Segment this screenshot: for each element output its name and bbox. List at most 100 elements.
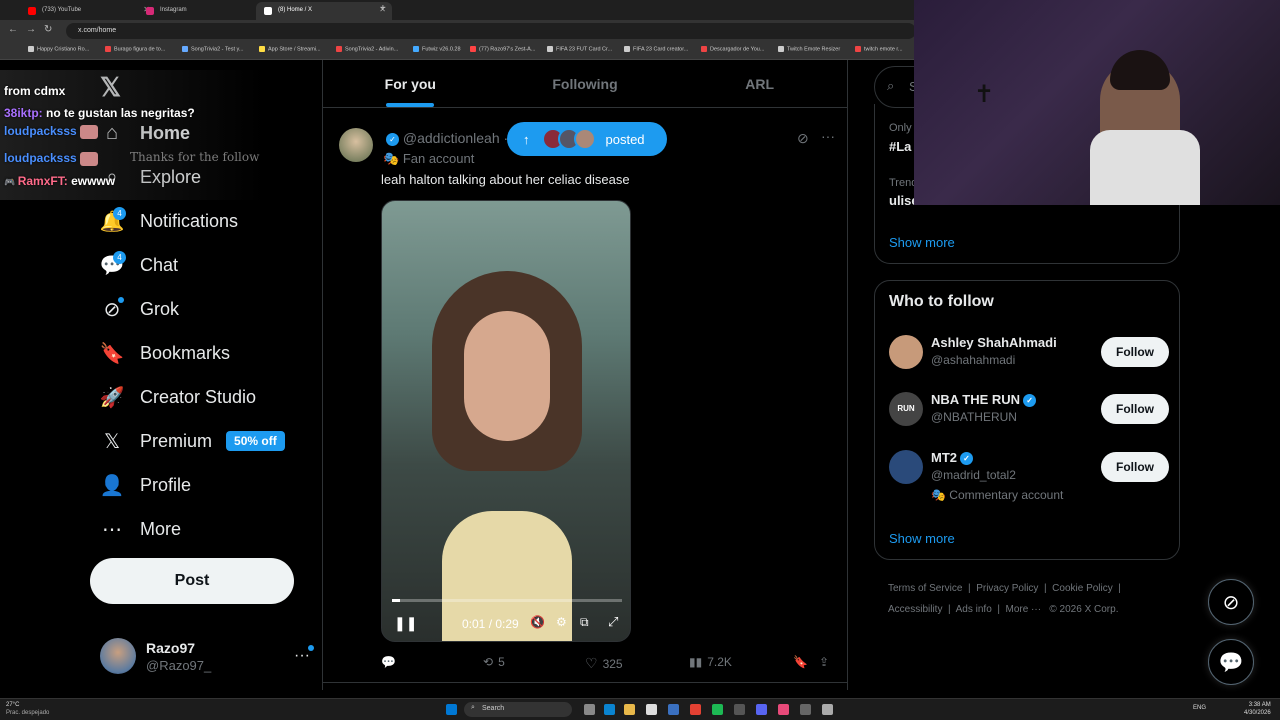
tab-arl[interactable]: ARL <box>672 60 847 107</box>
premium-discount-badge: 50% off <box>226 431 285 451</box>
footer-link[interactable]: Accessibility <box>888 604 942 615</box>
chat-message: 🎮 RamxFT: ewwww <box>4 174 116 188</box>
heart-icon: ♡ <box>585 655 598 671</box>
reply-button[interactable]: 💬 <box>381 655 396 669</box>
analytics-icon: ▮▮ <box>689 655 703 669</box>
follow-button[interactable]: Follow <box>1101 452 1169 482</box>
app-icon[interactable] <box>800 704 811 715</box>
bookmark-icon: 🔖 <box>99 342 125 365</box>
suggestion-row[interactable]: MT2 ✓ @madrid_total2 🎭 Commentary account… <box>889 448 1169 508</box>
store-icon[interactable] <box>646 704 657 715</box>
bookmark-item[interactable]: App Store / Streami... <box>259 46 321 52</box>
mail-icon[interactable] <box>668 704 679 715</box>
account-more-icon[interactable]: ··· <box>294 645 314 665</box>
url-input[interactable]: x.com/home <box>66 23 916 39</box>
bookmark-item[interactable]: FIFA 23 FUT Card Cr... <box>547 46 612 52</box>
footer-links: Terms of Service | Privacy Policy | Cook… <box>888 583 1121 615</box>
bookmark-item[interactable]: SongTrivia2 - Adivin... <box>336 46 398 52</box>
footer-link[interactable]: Ads info <box>956 604 992 615</box>
bookmark-item[interactable]: Burago figura de to... <box>105 46 165 52</box>
nav-notifications[interactable]: 🔔 4 Notifications <box>98 203 238 239</box>
file-explorer-icon[interactable] <box>624 704 635 715</box>
nav-premium[interactable]: 𝕏 Premium 50% off <box>98 423 285 459</box>
spotify-icon[interactable] <box>712 704 723 715</box>
avatar[interactable] <box>339 128 373 162</box>
pip-icon[interactable]: ⧉ <box>580 615 589 630</box>
chrome-icon[interactable] <box>690 704 701 715</box>
post-more-icon[interactable]: ··· <box>821 128 835 144</box>
suggestion-row[interactable]: Ashley ShahAhmadi @ashahahmadi Follow <box>889 333 1169 377</box>
bookmark-item[interactable]: SongTrivia2 - Test y... <box>182 46 243 52</box>
bookmark-item[interactable]: Twitch Emote Resizer <box>778 46 840 52</box>
settings-icon[interactable]: ⚙ <box>556 615 567 629</box>
nav-creator-studio[interactable]: 🚀 Creator Studio <box>98 379 257 415</box>
bookmark-item[interactable]: Happy Cristiano Ro... <box>28 46 89 52</box>
bookmark-item[interactable]: Descargador de You... <box>701 46 764 52</box>
bookmark-button[interactable]: 🔖 <box>793 655 808 669</box>
footer-link[interactable]: More ··· <box>1006 604 1042 615</box>
chat-message: from cdmx <box>4 84 66 98</box>
taskbar-search[interactable]: ⌕ Search <box>464 702 572 717</box>
app-icon[interactable] <box>734 704 745 715</box>
video-progress-fill <box>392 599 400 602</box>
fan-account-label: 🎭 Fan account <box>383 151 475 166</box>
weather-widget[interactable]: 27°C Prac. despejado <box>6 701 49 717</box>
discord-icon[interactable] <box>756 704 767 715</box>
app-icon[interactable] <box>778 704 789 715</box>
forward-icon[interactable]: → <box>26 24 36 35</box>
like-button[interactable]: ♡ 325 <box>585 655 623 672</box>
repost-icon: ⟲ <box>483 655 494 669</box>
fullscreen-icon[interactable]: ⤢ <box>608 614 618 630</box>
follow-button[interactable]: Follow <box>1101 394 1169 424</box>
tab-x-home[interactable]: (8) Home / X ✕ <box>256 2 392 20</box>
nav-more[interactable]: ⋯ More <box>98 511 181 547</box>
grok-float-button[interactable]: ⊘ <box>1208 579 1254 625</box>
messages-float-button[interactable]: 💬 <box>1208 639 1254 685</box>
bookmark-item[interactable]: (77) Razo97's Zest-A... <box>470 46 535 52</box>
new-posts-pill[interactable]: ↑ posted <box>507 122 667 156</box>
language-indicator[interactable]: ENG <box>1193 705 1206 711</box>
nav-chat[interactable]: 💬 4 Chat <box>98 247 178 283</box>
bookmark-item[interactable]: Futwiz v26.0.28 <box>413 46 461 52</box>
share-button[interactable]: ⇪ <box>819 655 829 669</box>
edge-icon[interactable] <box>604 704 615 715</box>
obs-icon[interactable] <box>822 704 833 715</box>
show-more-trends[interactable]: Show more <box>889 235 955 250</box>
tab-for-you[interactable]: For you <box>323 60 498 107</box>
bookmark-item[interactable]: twitch emote r... <box>855 46 903 52</box>
task-view-icon[interactable] <box>584 704 595 715</box>
show-more-follow[interactable]: Show more <box>889 531 955 546</box>
bookmark-item[interactable]: FIFA 23 Card creator... <box>624 46 688 52</box>
views-button[interactable]: ▮▮ 7.2K <box>689 655 732 669</box>
divider <box>323 682 847 683</box>
start-icon[interactable] <box>446 704 457 715</box>
tab-following[interactable]: Following <box>498 60 673 107</box>
grok-icon[interactable]: ⊘ <box>797 130 809 147</box>
footer-link[interactable]: Cookie Policy <box>1052 583 1113 594</box>
mute-icon[interactable]: 🔇 <box>530 615 545 629</box>
clock[interactable]: 3:38 AM 4/30/2026 <box>1244 701 1271 717</box>
avatar: RUN <box>889 392 923 426</box>
tab-youtube[interactable]: (733) YouTube ✕ <box>20 2 156 20</box>
nav-profile[interactable]: 👤 Profile <box>98 467 191 503</box>
repost-button[interactable]: ⟲ 5 <box>483 655 505 669</box>
nav-bookmarks[interactable]: 🔖 Bookmarks <box>98 335 230 371</box>
new-tab-icon[interactable]: + <box>380 3 386 14</box>
nav-label: Creator Studio <box>140 386 257 407</box>
bookmark-favicon-icon <box>413 46 419 52</box>
reload-icon[interactable]: ↻ <box>44 24 52 35</box>
pause-icon[interactable]: ❚❚ <box>394 615 417 632</box>
post-handle[interactable]: @addictionleah <box>403 130 500 146</box>
suggestion-row[interactable]: RUN NBA THE RUN ✓ @NBATHERUN Follow <box>889 390 1169 434</box>
nav-grok[interactable]: ⊘ Grok <box>98 291 179 327</box>
post-button[interactable]: Post <box>90 558 294 604</box>
video-progress-track[interactable] <box>392 599 622 602</box>
follow-button[interactable]: Follow <box>1101 337 1169 367</box>
back-icon[interactable]: ← <box>8 24 18 35</box>
footer-link[interactable]: Privacy Policy <box>976 583 1038 594</box>
account-switcher[interactable]: Razo97 @Razo97_ ··· <box>100 638 314 674</box>
video-player[interactable]: ❚❚ 0:01 / 0:29 🔇 ⚙ ⧉ ⤢ <box>381 200 631 642</box>
trend-name[interactable]: #La <box>889 139 911 154</box>
tab-instagram[interactable]: Instagram ✕ <box>138 2 274 20</box>
footer-link[interactable]: Terms of Service <box>888 583 962 594</box>
